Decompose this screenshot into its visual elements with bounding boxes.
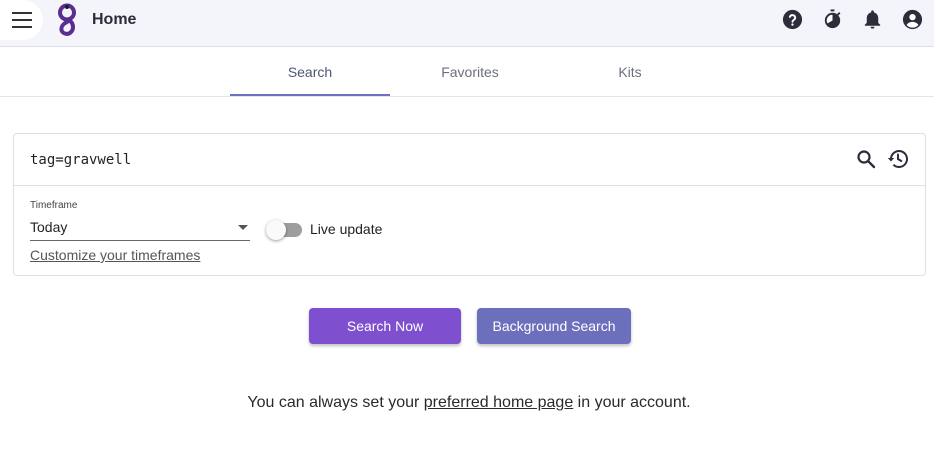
toggle-knob — [266, 220, 286, 240]
tab-search[interactable]: Search — [230, 48, 390, 96]
timer-icon[interactable] — [821, 8, 844, 31]
note-prefix: You can always set your — [247, 394, 424, 411]
home-page-note: You can always set your preferred home p… — [0, 394, 934, 412]
customize-timeframes-link[interactable]: Customize your timeframes — [30, 247, 200, 263]
search-now-button[interactable]: Search Now — [309, 308, 461, 344]
timeframe-label: Timeframe — [30, 200, 78, 211]
search-icon[interactable] — [854, 147, 878, 171]
timeframe-value: Today — [30, 219, 68, 235]
tab-favorites[interactable]: Favorites — [390, 48, 550, 96]
preferred-home-page-link[interactable]: preferred home page — [424, 394, 573, 411]
query-row — [14, 134, 925, 186]
menu-button[interactable] — [0, 0, 43, 40]
dropdown-arrow-icon — [238, 225, 248, 230]
live-update-toggle[interactable] — [266, 220, 306, 240]
tab-bar: Search Favorites Kits — [0, 48, 934, 97]
search-card: Timeframe Today Customize your timeframe… — [13, 133, 926, 276]
page-title: Home — [92, 11, 137, 28]
help-icon[interactable] — [781, 8, 804, 31]
background-search-button[interactable]: Background Search — [477, 308, 631, 344]
query-input[interactable] — [30, 150, 830, 170]
note-suffix: in your account. — [573, 394, 691, 411]
top-app-bar: Home — [0, 0, 934, 47]
history-icon[interactable] — [886, 147, 910, 171]
account-icon[interactable] — [901, 8, 924, 31]
notifications-icon[interactable] — [861, 8, 884, 31]
live-update-label: Live update — [310, 221, 383, 237]
gravwell-logo[interactable] — [56, 3, 78, 37]
tab-kits[interactable]: Kits — [550, 48, 710, 96]
timeframe-select[interactable]: Today — [30, 216, 250, 241]
hamburger-menu-icon — [11, 12, 32, 28]
